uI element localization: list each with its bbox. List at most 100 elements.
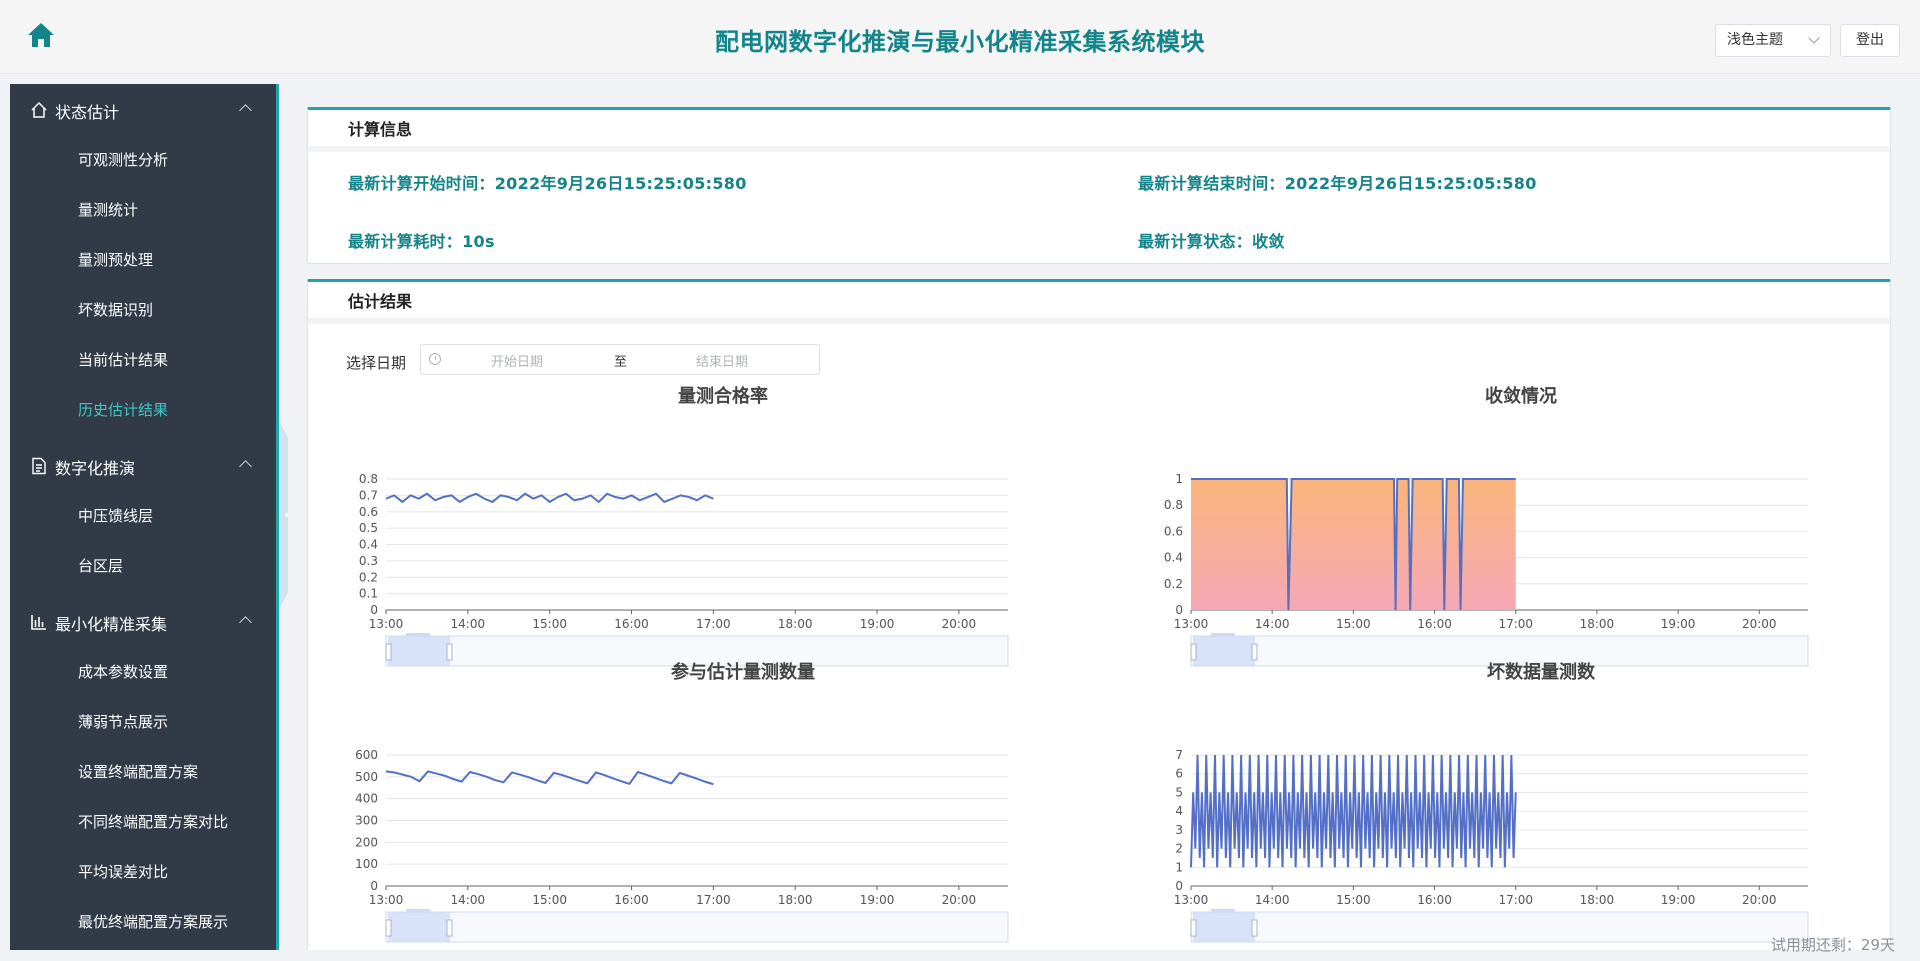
sidebar-group-min-acquisition[interactable]: 最小化精准采集 bbox=[10, 601, 278, 641]
estimate-result-card: 估计结果 选择日期 开始日期 至 结束日期 量测合格率 0 0.1 0.2 0.3 0.4… bbox=[307, 279, 1891, 950]
y-tick-label: 0.1 bbox=[359, 587, 378, 601]
series-line bbox=[1190, 754, 1517, 868]
bar-chart-icon bbox=[31, 615, 46, 630]
x-tick-label: 17:00 bbox=[696, 893, 731, 907]
divider bbox=[308, 146, 1890, 152]
chevron-up-icon bbox=[239, 616, 252, 629]
y-tick-label: 6 bbox=[1175, 767, 1183, 781]
chart-title: 参与估计量测数量 bbox=[671, 661, 815, 683]
y-tick-label: 0.2 bbox=[359, 570, 378, 584]
chart-2: 收敛情况 0 0.2 0.4 0.6 0.8 1 13:00 14:00 15:00 16:00 17… bbox=[1164, 385, 1809, 667]
calc-duration: 最新计算耗时：10s bbox=[348, 232, 495, 251]
x-tick-label: 17:00 bbox=[1498, 893, 1533, 907]
datazoom-window bbox=[388, 636, 450, 666]
y-tick-label: 4 bbox=[1175, 804, 1183, 818]
date-range-picker[interactable]: 开始日期 至 结束日期 bbox=[420, 344, 820, 375]
card-title: 估计结果 bbox=[348, 292, 413, 311]
sidebar-item-terminal-config[interactable]: 设置终端配置方案 bbox=[10, 752, 278, 792]
sidebar: 状态估计 可观测性分析 量测统计 量测预处理 坏数据识别 当前估计结果 历史估计… bbox=[10, 84, 278, 950]
trial-notice: 试用期还剩：29天 bbox=[1770, 936, 1895, 954]
x-tick-label: 17:00 bbox=[696, 617, 731, 631]
x-tick-label: 18:00 bbox=[1580, 617, 1615, 631]
y-tick-label: 3 bbox=[1175, 823, 1183, 837]
y-tick-label: 0.3 bbox=[359, 554, 378, 568]
theme-select[interactable]: 浅色主题 bbox=[1715, 24, 1831, 57]
x-tick-label: 15:00 bbox=[532, 893, 567, 907]
datazoom-top-bar bbox=[1211, 633, 1235, 637]
y-tick-label: 0.2 bbox=[1164, 577, 1183, 591]
sidebar-group-digital-deduction[interactable]: 数字化推演 bbox=[10, 445, 278, 485]
sidebar-item-history-result[interactable]: 历史估计结果 bbox=[10, 390, 278, 430]
x-tick-label: 18:00 bbox=[778, 617, 813, 631]
datazoom-handle-left bbox=[385, 643, 392, 661]
y-tick-label: 400 bbox=[355, 792, 378, 806]
sidebar-item-weak-nodes[interactable]: 薄弱节点展示 bbox=[10, 702, 278, 742]
home-outline-icon bbox=[31, 101, 47, 118]
sidebar-item-current-result[interactable]: 当前估计结果 bbox=[10, 340, 278, 380]
y-tick-label: 0.6 bbox=[1164, 524, 1183, 538]
sidebar-group-state-estimation[interactable]: 状态估计 bbox=[10, 89, 278, 129]
sidebar-item-mv-feeder[interactable]: 中压馈线层 bbox=[10, 496, 278, 536]
sidebar-group-label: 数字化推演 bbox=[55, 459, 136, 478]
x-tick-label: 16:00 bbox=[1417, 893, 1452, 907]
datazoom-handle-left bbox=[1190, 643, 1197, 661]
sidebar-group-label: 状态估计 bbox=[55, 103, 120, 122]
document-icon bbox=[32, 457, 46, 475]
end-date-input[interactable]: 结束日期 bbox=[696, 351, 748, 370]
x-tick-label: 18:00 bbox=[778, 893, 813, 907]
x-tick-label: 17:00 bbox=[1498, 617, 1533, 631]
chevron-down-icon bbox=[1808, 32, 1820, 44]
sidebar-item-optimal-config[interactable]: 最优终端配置方案展示 bbox=[10, 902, 278, 942]
datazoom-track bbox=[385, 911, 1009, 943]
datazoom-window bbox=[1193, 636, 1255, 666]
sidebar-item-lv-area[interactable]: 台区层 bbox=[10, 546, 278, 586]
x-tick-label: 16:00 bbox=[1417, 617, 1452, 631]
x-tick-label: 14:00 bbox=[1255, 617, 1290, 631]
chart-title: 坏数据量测数 bbox=[1487, 661, 1596, 683]
charts-area: 量测合格率 0 0.1 0.2 0.3 0.4 0.5 0.6 0.7 0.8 13:00 14:00… bbox=[355, 385, 1809, 943]
sidebar-item-bad-data[interactable]: 坏数据识别 bbox=[10, 290, 278, 330]
datazoom-slider bbox=[385, 909, 1009, 943]
x-tick-label: 19:00 bbox=[860, 617, 895, 631]
x-tick-label: 13:00 bbox=[369, 893, 404, 907]
top-header: 配电网数字化推演与最小化精准采集系统模块 浅色主题 登出 bbox=[0, 0, 1920, 74]
y-tick-label: 0.7 bbox=[359, 488, 378, 502]
y-tick-label: 0.6 bbox=[359, 505, 378, 519]
y-tick-label: 5 bbox=[1175, 785, 1183, 799]
sidebar-item-measure-stats[interactable]: 量测统计 bbox=[10, 190, 278, 230]
start-date-input[interactable]: 开始日期 bbox=[491, 351, 543, 370]
x-tick-label: 18:00 bbox=[1580, 893, 1615, 907]
chart-3: 参与估计量测数量 0 100 200 300 400 500 600 13:00 14:00 15:… bbox=[355, 661, 1009, 943]
x-tick-label: 19:00 bbox=[1661, 617, 1696, 631]
x-tick-label: 20:00 bbox=[942, 617, 977, 631]
x-tick-label: 16:00 bbox=[614, 893, 649, 907]
y-tick-label: 0.4 bbox=[359, 538, 378, 552]
datazoom-handle-right bbox=[1251, 643, 1258, 661]
y-tick-label: 0 bbox=[1175, 603, 1183, 617]
datazoom-track bbox=[1190, 911, 1809, 943]
x-tick-label: 19:00 bbox=[1661, 893, 1696, 907]
y-tick-label: 500 bbox=[355, 770, 378, 784]
sidebar-item-measure-preprocess[interactable]: 量测预处理 bbox=[10, 240, 278, 280]
sidebar-item-cost-params[interactable]: 成本参数设置 bbox=[10, 652, 278, 692]
y-tick-label: 0.5 bbox=[359, 521, 378, 535]
y-tick-label: 200 bbox=[355, 835, 378, 849]
sidebar-group-label: 最小化精准采集 bbox=[55, 615, 168, 634]
y-tick-label: 600 bbox=[355, 748, 378, 762]
x-tick-label: 20:00 bbox=[1742, 893, 1777, 907]
x-tick-label: 15:00 bbox=[1336, 617, 1371, 631]
y-tick-label: 2 bbox=[1175, 842, 1183, 856]
chevron-up-icon bbox=[239, 104, 252, 117]
chart-1: 量测合格率 0 0.1 0.2 0.3 0.4 0.5 0.6 0.7 0.8 13:00 14:00… bbox=[359, 385, 1009, 667]
x-tick-label: 20:00 bbox=[1742, 617, 1777, 631]
sidebar-item-config-compare[interactable]: 不同终端配置方案对比 bbox=[10, 802, 278, 842]
y-tick-label: 0 bbox=[370, 879, 378, 893]
datazoom-handle-left bbox=[385, 919, 392, 937]
divider bbox=[308, 318, 1890, 324]
logout-button[interactable]: 登出 bbox=[1840, 24, 1900, 57]
sidebar-item-observability[interactable]: 可观测性分析 bbox=[10, 140, 278, 180]
calc-start-time: 最新计算开始时间：2022年9月26日15:25:05:580 bbox=[348, 174, 747, 193]
sidebar-item-avg-error[interactable]: 平均误差对比 bbox=[10, 852, 278, 892]
clock-icon bbox=[429, 353, 441, 365]
x-tick-label: 13:00 bbox=[1174, 617, 1209, 631]
